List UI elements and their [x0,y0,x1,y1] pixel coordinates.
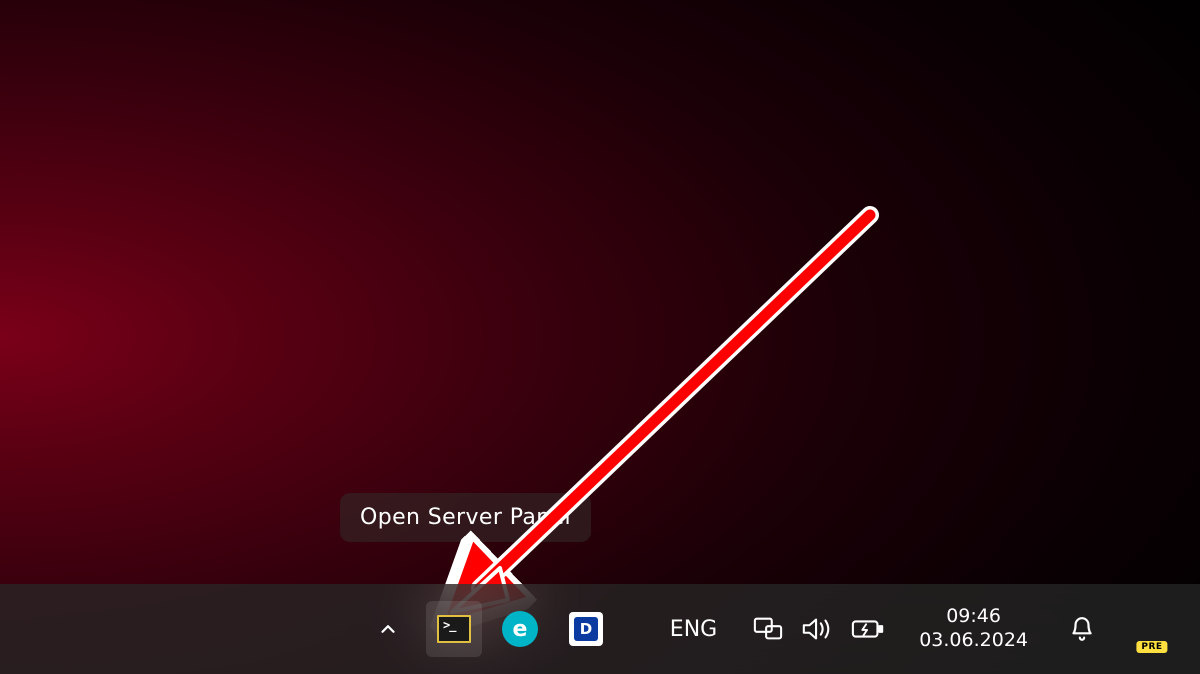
d-square-icon: D [567,610,605,648]
network-icon [753,615,783,643]
bell-icon [1063,610,1101,648]
e-letter: e [513,617,528,642]
tray-overflow-button[interactable] [360,601,416,657]
system-tray-left: e D [360,601,614,657]
tooltip-text: Open Server Panel [360,505,571,530]
taskbar: e D ENG [0,584,1200,674]
chevron-up-icon [369,610,407,648]
language-text: ENG [670,617,717,642]
system-status-group[interactable] [745,601,893,657]
d-letter: D [574,617,598,641]
terminal-icon [435,610,473,648]
copilot-button[interactable]: PRE [1124,601,1180,657]
annotation-arrow [0,0,1200,674]
notifications-button[interactable] [1054,601,1110,657]
copilot-icon: PRE [1134,607,1170,651]
clock-date: 03.06.2024 [919,629,1028,653]
language-indicator[interactable]: ENG [656,601,731,657]
clock-time: 09:46 [946,605,1001,629]
tray-icon-app-d[interactable]: D [558,601,614,657]
system-tray-right: ENG [656,601,1180,657]
tray-icon-eset[interactable]: e [492,601,548,657]
tray-icon-open-server-panel[interactable] [426,601,482,657]
tray-tooltip: Open Server Panel [340,493,591,542]
battery-icon [851,617,885,641]
e-circle-icon: e [501,610,539,648]
volume-icon [801,615,833,643]
copilot-badge: PRE [1136,641,1167,653]
clock[interactable]: 09:46 03.06.2024 [907,601,1040,657]
